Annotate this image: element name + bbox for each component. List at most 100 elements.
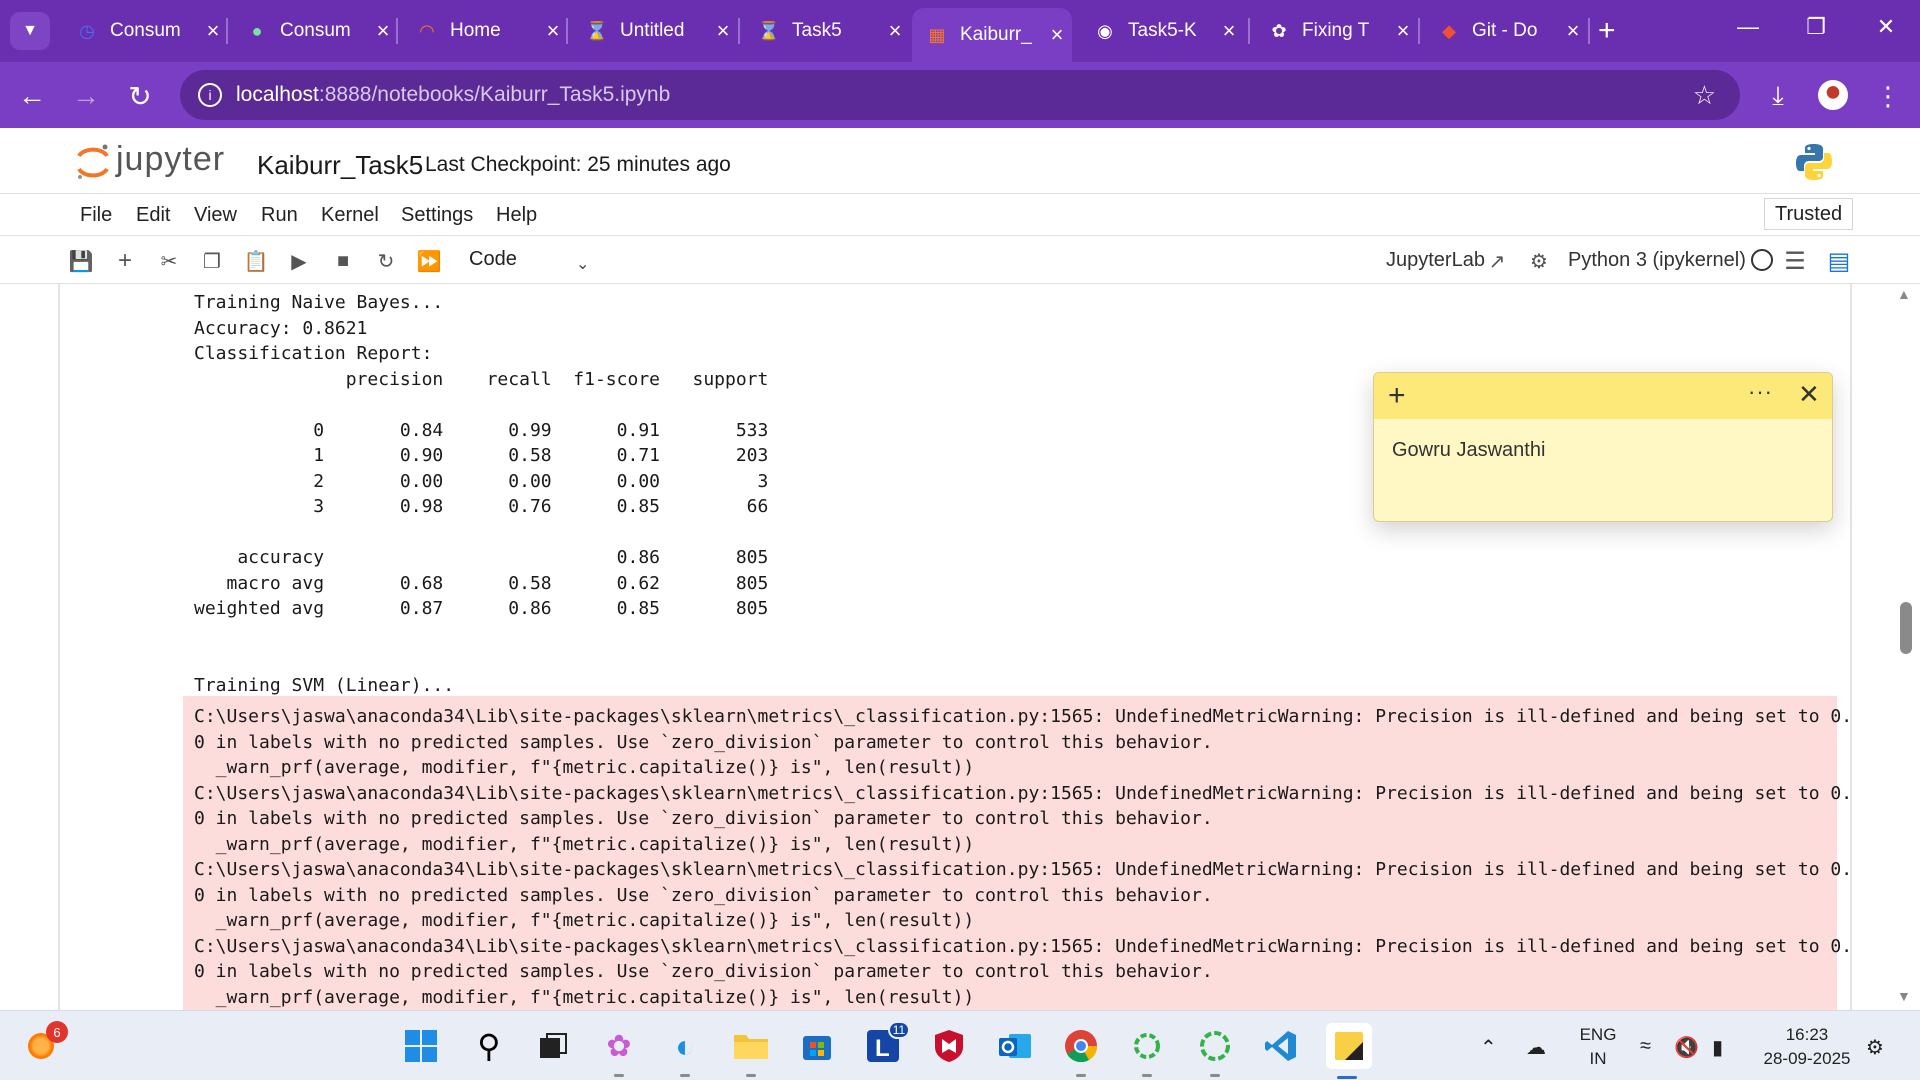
external-link-icon[interactable]: ↗ <box>1484 248 1510 274</box>
screen: ▼ ◷ Consum × ● Consum × ◠ Home × ⌛ Untit… <box>0 0 1920 1080</box>
vscode-icon[interactable] <box>1260 1025 1302 1067</box>
scroll-down-arrow-icon[interactable]: ▼ <box>1897 988 1911 1004</box>
task-view-icon[interactable] <box>532 1025 574 1067</box>
address-bar[interactable]: i localhost:8888/notebooks/Kaiburr_Task5… <box>180 70 1740 120</box>
mcafee-shield-icon[interactable] <box>928 1025 970 1067</box>
clock-date[interactable]: 28-09-2025 <box>1752 1049 1862 1069</box>
file-explorer-icon[interactable] <box>730 1025 772 1077</box>
cell-output-stdout: Training Naive Bayes... Accuracy: 0.8621 C… <box>194 290 768 698</box>
close-icon[interactable]: × <box>708 18 738 44</box>
close-icon[interactable]: × <box>1388 18 1418 44</box>
open-in-jupyterlab-link[interactable]: JupyterLab <box>1386 249 1485 272</box>
more-options-icon[interactable]: ··· <box>1748 379 1773 405</box>
edge-browser-icon[interactable]: ◐ <box>664 1025 706 1077</box>
browser-tab[interactable]: ◉ Task5-K × <box>1080 9 1244 53</box>
browser-tab[interactable]: ✿ Fixing T × <box>1254 9 1418 53</box>
fast-forward-icon[interactable]: ⏩ <box>416 248 442 274</box>
cut-icon[interactable]: ✂ <box>156 248 182 274</box>
notebook-title[interactable]: Kaiburr_Task5 <box>257 150 423 181</box>
start-windows-icon[interactable] <box>400 1025 442 1067</box>
cell-type-select[interactable]: Code <box>469 248 517 271</box>
close-icon[interactable]: × <box>198 18 228 44</box>
speaker-muted-icon[interactable]: 🔇 <box>1674 1035 1699 1060</box>
back-button[interactable]: ← <box>14 78 50 114</box>
close-icon[interactable]: × <box>538 18 568 44</box>
close-icon[interactable]: × <box>368 18 398 44</box>
close-icon[interactable]: × <box>1558 18 1588 44</box>
menu-edit[interactable]: Edit <box>136 204 170 227</box>
menu-settings[interactable]: Settings <box>401 204 473 227</box>
browser-tab[interactable]: ⌛ Untitled × <box>572 9 738 53</box>
search-icon[interactable]: ⚲ <box>468 1025 510 1067</box>
site-info-icon[interactable]: i <box>198 83 222 107</box>
paste-icon[interactable]: 📋 <box>243 248 269 274</box>
close-icon[interactable]: × <box>880 18 910 44</box>
forward-button[interactable]: → <box>68 78 104 114</box>
green-ring-app-icon[interactable] <box>1194 1025 1236 1077</box>
chevron-down-icon[interactable]: ⌄ <box>576 254 589 274</box>
menu-run[interactable]: Run <box>261 204 298 227</box>
close-icon[interactable]: ✕ <box>1798 379 1820 410</box>
minimize-button[interactable]: — <box>1728 14 1768 40</box>
region-indicator[interactable]: IN <box>1578 1049 1618 1069</box>
weather-badge: 6 <box>46 1021 68 1043</box>
chrome-browser-icon[interactable] <box>1060 1025 1102 1077</box>
sticky-notes-app-icon[interactable] <box>1326 1023 1372 1079</box>
restart-icon[interactable]: ↻ <box>373 248 399 274</box>
battery-icon[interactable]: ▮ <box>1712 1035 1723 1060</box>
sticky-note-text[interactable]: Gowru Jaswanthi <box>1392 439 1545 462</box>
menu-kernel[interactable]: Kernel <box>321 204 379 227</box>
green-ring-app-icon[interactable] <box>1126 1025 1168 1077</box>
run-icon[interactable]: ▶ <box>286 248 312 274</box>
menu-file[interactable]: File <box>80 204 112 227</box>
stdout-line: macro avg 0.68 0.58 0.62 805 <box>194 572 769 594</box>
downloads-icon[interactable]: ⤓ <box>1760 78 1796 114</box>
stdout-line: Training SVM (Linear)... <box>194 674 455 696</box>
add-cell-icon[interactable]: + <box>112 247 138 274</box>
clock-time[interactable]: 16:23 <box>1752 1025 1862 1045</box>
plus-icon[interactable]: + <box>1388 379 1406 413</box>
copilot-app-icon[interactable]: ✿ <box>598 1025 640 1077</box>
sticky-note[interactable]: + ··· ✕ Gowru Jaswanthi <box>1373 372 1833 522</box>
wifi-icon[interactable]: ≈ <box>1640 1035 1651 1058</box>
browser-tab[interactable]: ● Consum × <box>232 9 398 53</box>
kernel-name[interactable]: Python 3 (ipykernel) <box>1568 249 1746 272</box>
stdout-line <box>194 647 768 673</box>
browser-tab[interactable]: ◆ Git - Do × <box>1424 9 1588 53</box>
scrollbar-thumb[interactable] <box>1900 602 1912 654</box>
microsoft-store-icon[interactable] <box>796 1025 838 1067</box>
notifications-bell-icon[interactable]: ⚙ <box>1866 1035 1884 1060</box>
stderr-line: C:\Users\jaswa\anaconda34\Lib\site-packa… <box>194 859 1853 880</box>
bookmark-star-icon[interactable]: ☆ <box>1693 80 1716 111</box>
language-indicator[interactable]: ENG <box>1578 1025 1618 1045</box>
stop-icon[interactable]: ■ <box>330 248 356 274</box>
browser-tab[interactable]: ⌛ Task5 × <box>744 9 910 53</box>
close-icon[interactable]: × <box>1042 22 1072 48</box>
menu-view[interactable]: View <box>194 204 237 227</box>
copy-icon[interactable]: ❐ <box>199 248 225 274</box>
save-icon[interactable]: 💾 <box>68 248 94 274</box>
trusted-indicator[interactable]: Trusted <box>1764 198 1854 230</box>
restore-button[interactable]: ❐ <box>1796 14 1836 40</box>
sticky-note-header[interactable]: + ··· ✕ <box>1374 373 1832 419</box>
browser-tab[interactable]: ◠ Home × <box>402 9 568 53</box>
menu-help[interactable]: Help <box>496 204 537 227</box>
browser-tab[interactable]: ◷ Consum × <box>62 9 228 53</box>
jupyter-logo-icon[interactable] <box>76 142 110 182</box>
new-tab-button[interactable]: + <box>1598 14 1616 48</box>
hamburger-menu-icon[interactable]: ☰ <box>1782 248 1808 275</box>
scroll-up-arrow-icon[interactable]: ▲ <box>1897 286 1911 302</box>
url-host: localhost <box>236 83 319 106</box>
browser-menu-icon[interactable]: ⋮ <box>1870 78 1906 114</box>
browser-tab-active[interactable]: ▦ Kaiburr_ × <box>912 8 1072 62</box>
reload-button[interactable]: ↻ <box>122 78 158 114</box>
close-window-button[interactable]: ✕ <box>1866 14 1906 40</box>
onedrive-cloud-icon[interactable]: ☁ <box>1526 1035 1546 1060</box>
property-inspector-icon[interactable]: ▤ <box>1826 248 1852 275</box>
tab-search-menu-button[interactable]: ▼ <box>10 12 50 50</box>
chevron-up-icon[interactable]: ⌃ <box>1480 1035 1497 1060</box>
debugger-bug-icon[interactable]: ⚙ <box>1526 248 1552 274</box>
close-icon[interactable]: × <box>1214 18 1244 44</box>
outlook-icon[interactable] <box>994 1025 1036 1067</box>
profile-avatar[interactable] <box>1818 80 1848 110</box>
